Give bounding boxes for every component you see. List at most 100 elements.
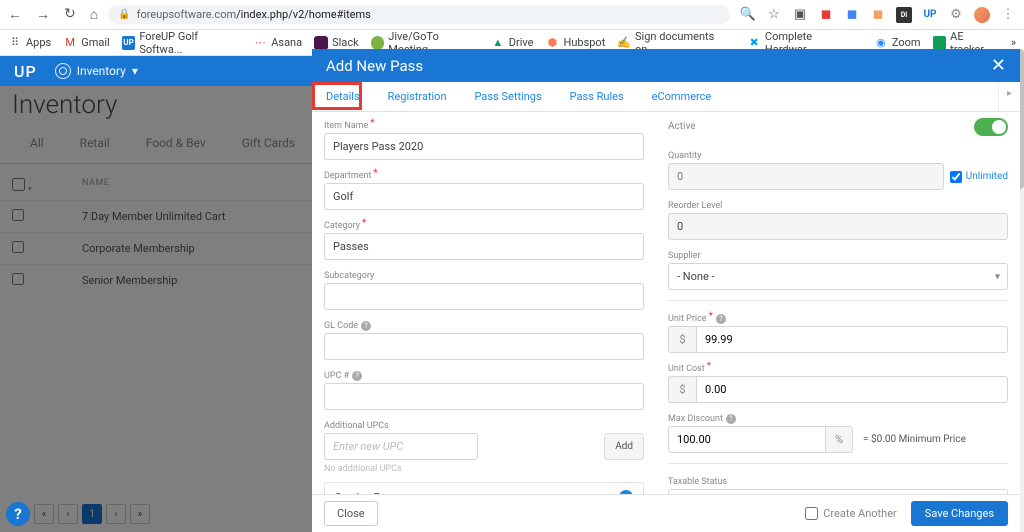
bookmark-drive[interactable]: ▲Drive [491, 36, 534, 50]
unlimited-checkbox[interactable] [950, 171, 962, 183]
info-icon[interactable]: ? [361, 321, 371, 331]
row-checkbox[interactable] [12, 241, 24, 253]
bookmark-slack[interactable]: Slack [314, 36, 359, 50]
item-name-input[interactable] [324, 133, 644, 160]
active-toggle[interactable] [974, 118, 1008, 136]
additional-upc-label: Additional UPCs [324, 421, 389, 431]
bookmark-gmail[interactable]: MGmail [63, 36, 109, 50]
modal-title: Add New Pass [326, 57, 423, 75]
taxable-status-select[interactable]: Default [668, 489, 1008, 494]
modal-tab-registration[interactable]: Registration [374, 82, 461, 111]
bookmark-apps[interactable]: ⠿Apps [8, 36, 51, 50]
subcategory-input[interactable] [324, 283, 644, 310]
ext-icon-3[interactable]: ◼ [844, 7, 860, 23]
supplier-label: Supplier [668, 251, 701, 261]
star-icon[interactable]: ☆ [766, 7, 782, 23]
ext-icon-6[interactable]: ⚙ [948, 7, 964, 23]
modal-tab-details[interactable]: Details [312, 82, 374, 111]
category-input[interactable] [324, 233, 644, 260]
reload-icon[interactable]: ↻ [64, 6, 76, 23]
ext-icon-up[interactable]: UP [922, 7, 938, 23]
quantity-label: Quantity [668, 151, 701, 161]
save-button[interactable]: Save Changes [911, 501, 1008, 526]
subcategory-label: Subcategory [324, 271, 374, 281]
unlimited-checkbox-wrap[interactable]: Unlimited [950, 163, 1008, 190]
search-tab-icon[interactable]: 🔍 [740, 7, 756, 23]
max-discount-label: Max Discount [668, 414, 723, 424]
create-another-checkbox[interactable] [805, 507, 818, 520]
unit-price-label: Unit Price [668, 314, 707, 324]
upc-label: UPC # [324, 371, 349, 381]
taxable-status-label: Taxable Status [668, 477, 727, 487]
add-upc-button[interactable]: Add [604, 433, 644, 460]
bookmark-asana[interactable]: ⋯Asana [253, 36, 302, 50]
department-input[interactable] [324, 183, 644, 210]
reorder-label: Reorder Level [668, 201, 722, 211]
close-button[interactable]: Close [324, 501, 378, 526]
add-pass-modal: Add New Pass ✕ Details Registration Pass… [312, 49, 1020, 532]
row-checkbox[interactable] [12, 273, 24, 285]
close-icon[interactable]: ✕ [991, 55, 1006, 76]
chevron-down-icon: ▾ [132, 64, 138, 78]
avatar[interactable] [974, 7, 990, 23]
min-price-text: = $0.00 Minimum Price [863, 434, 966, 445]
quantity-input[interactable] [668, 163, 944, 190]
back-icon[interactable]: ← [8, 6, 22, 23]
page-1[interactable]: 1 [82, 504, 102, 524]
help-button[interactable]: ? [6, 502, 30, 526]
bookmark-hubspot[interactable]: ⬢Hubspot [545, 36, 605, 50]
category-label: Category [324, 221, 360, 231]
tab-retail[interactable]: Retail [62, 128, 128, 163]
tab-food[interactable]: Food & Bev [128, 128, 224, 163]
inventory-icon [55, 63, 71, 79]
currency-symbol: $ [668, 326, 696, 353]
ext-icon-5[interactable]: DI [896, 7, 912, 23]
home-icon[interactable]: ⌂ [90, 6, 98, 23]
unit-cost-input[interactable] [696, 376, 1008, 403]
ext-icon-4[interactable]: ◼ [870, 7, 886, 23]
upc-input[interactable] [324, 383, 644, 410]
department-label: Department [324, 171, 371, 181]
info-icon[interactable]: ? [716, 314, 726, 324]
page-first[interactable]: « [34, 504, 54, 524]
ext-icon-2[interactable]: ◼ [818, 7, 834, 23]
url-bar[interactable]: 🔒 foreupsoftware.com/index.php/v2/home#i… [108, 5, 730, 24]
modal-tab-rules[interactable]: Pass Rules [556, 82, 638, 111]
currency-symbol: $ [668, 376, 696, 403]
modal-tab-ecommerce[interactable]: eCommerce [638, 82, 726, 111]
unit-cost-label: Unit Cost [668, 364, 705, 374]
gl-code-input[interactable] [324, 333, 644, 360]
max-discount-input[interactable] [668, 426, 825, 453]
other-bookmarks-icon[interactable]: » [1011, 36, 1016, 49]
page-next[interactable]: › [106, 504, 126, 524]
percent-symbol: % [825, 426, 853, 453]
select-all-checkbox[interactable] [12, 178, 25, 191]
info-icon[interactable]: ? [352, 371, 362, 381]
menu-icon[interactable]: ⋮ [1000, 7, 1016, 23]
page-prev[interactable]: ‹ [58, 504, 78, 524]
select-chevron-icon[interactable]: ▾ [28, 184, 33, 193]
row-checkbox[interactable] [12, 209, 24, 221]
tab-giftcards[interactable]: Gift Cards [224, 128, 313, 163]
no-upc-text: No additional UPCs [324, 464, 644, 474]
pagination: « ‹ 1 › » [34, 504, 150, 524]
bookmark-zoom[interactable]: ◉Zoom [874, 36, 921, 50]
service-fees-header[interactable]: Service Fees 0 [325, 483, 643, 494]
column-header-name: NAME [82, 178, 109, 194]
reorder-input[interactable] [668, 213, 1008, 240]
unit-price-input[interactable] [696, 326, 1008, 353]
tab-all[interactable]: All [12, 128, 62, 163]
modal-tab-settings[interactable]: Pass Settings [461, 82, 556, 111]
tab-scroll-right[interactable]: ▸ [998, 82, 1020, 111]
logo[interactable]: UP [14, 62, 37, 81]
ext-icon-1[interactable]: ▣ [792, 7, 808, 23]
bookmark-foreup[interactable]: UPForeUP Golf Softwa... [122, 30, 242, 56]
forward-icon[interactable]: → [36, 6, 50, 23]
additional-upc-input[interactable] [324, 433, 478, 460]
info-icon[interactable]: ? [726, 414, 736, 424]
supplier-select[interactable]: - None - [668, 263, 1008, 290]
gl-code-label: GL Code [324, 321, 358, 331]
page-last[interactable]: » [130, 504, 150, 524]
create-another-wrap[interactable]: Create Another [805, 507, 897, 520]
inventory-dropdown[interactable]: Inventory ▾ [55, 63, 138, 79]
